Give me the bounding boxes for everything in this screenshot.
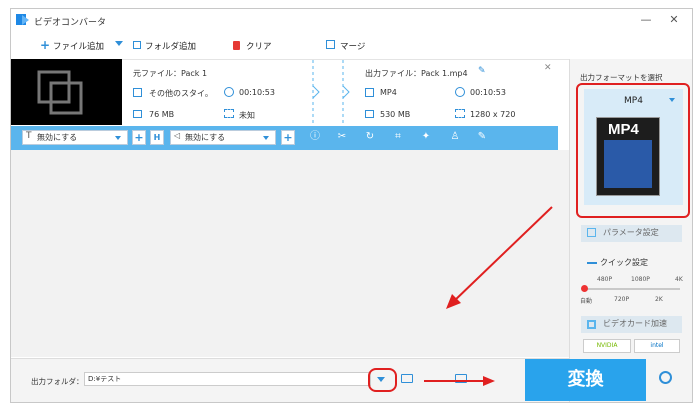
annotation-arrows: [424, 206, 553, 386]
